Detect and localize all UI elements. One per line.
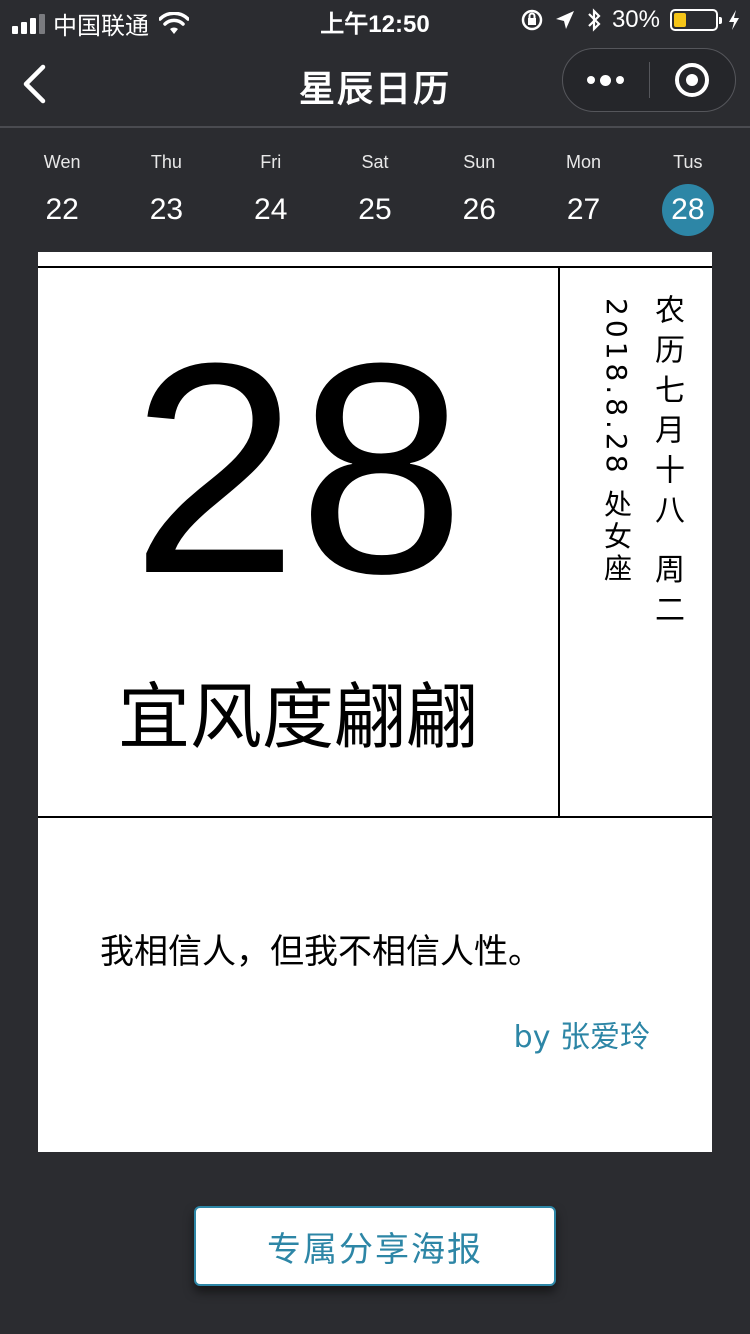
big-date: 28 — [131, 300, 465, 636]
more-dots-icon — [587, 74, 625, 86]
day-thu-23[interactable]: Thu 23 — [114, 130, 218, 250]
day-sun-26[interactable]: Sun 26 — [427, 130, 531, 250]
target-circle-icon — [675, 63, 710, 97]
calendar-card: 28 宜风度翩翩 农历七月十八 周二 2018.8.28 处女座 我相信人，但我… — [38, 252, 712, 1152]
battery-percent: 30% — [611, 6, 660, 33]
day-fri-24[interactable]: Fri 24 — [219, 130, 323, 250]
charging-bolt-icon — [729, 10, 739, 30]
day-wen-22[interactable]: Wen 22 — [10, 130, 114, 250]
status-bar: 中国联通 上午12:50 30% — [0, 0, 750, 40]
card-top-section: 28 宜风度翩翩 农历七月十八 周二 2018.8.28 处女座 — [38, 266, 712, 818]
day-number: 26 — [462, 193, 496, 226]
day-name: Mon — [566, 152, 602, 172]
bluetooth-icon — [588, 8, 601, 32]
day-number: 25 — [358, 193, 392, 226]
battery-icon — [670, 9, 722, 31]
solar-date-zodiac: 2018.8.28 处女座 — [600, 298, 633, 586]
rotation-lock-icon — [521, 9, 543, 31]
day-name: Tus — [673, 152, 703, 172]
close-button[interactable] — [650, 49, 736, 111]
day-name: Sat — [361, 152, 389, 172]
day-mon-27[interactable]: Mon 27 — [531, 130, 635, 250]
day-name: Wen — [43, 152, 81, 172]
vertical-divider — [558, 268, 560, 816]
day-name: Sun — [463, 152, 496, 172]
day-number: 24 — [254, 193, 288, 226]
status-right: 30% — [520, 6, 740, 34]
day-number-selected: 28 — [661, 184, 714, 236]
week-strip: Wen 22 Thu 23 Fri 24 Sat 25 Sun 26 Mon 27 Tus 28 — [10, 130, 740, 250]
day-sat-25[interactable]: Sat 25 — [323, 130, 427, 250]
lunar-date: 农历七月十八 周二 — [649, 294, 684, 634]
share-poster-button[interactable]: 专属分享海报 — [194, 1206, 556, 1286]
more-button[interactable] — [563, 49, 649, 111]
day-number: 23 — [149, 193, 184, 226]
day-tus-28[interactable]: Tus 28 — [636, 130, 740, 250]
day-name: Fri — [260, 152, 282, 172]
nav-bar: 星辰日历 — [0, 40, 750, 128]
day-number: 27 — [566, 193, 601, 226]
quote-author: by 张爱玲 — [513, 1020, 650, 1055]
location-arrow-icon — [555, 11, 574, 29]
day-number: 22 — [45, 193, 79, 226]
day-name: Thu — [150, 152, 182, 172]
quote-text: 我相信人，但我不相信人性。 — [100, 932, 542, 972]
battery-fill — [674, 13, 686, 27]
mini-program-capsule — [562, 48, 736, 112]
yi-text: 宜风度翩翩 — [117, 675, 478, 759]
